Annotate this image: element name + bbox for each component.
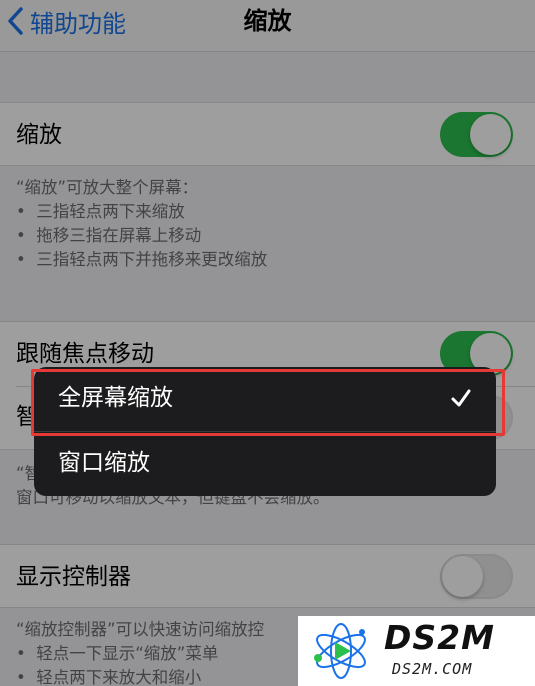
menu-item-window-zoom[interactable]: 窗口缩放: [34, 432, 496, 496]
atom-logo-icon: [314, 623, 366, 679]
watermark-brand: DS2M: [384, 618, 495, 657]
menu-item-full-screen-zoom[interactable]: 全屏幕缩放: [34, 367, 496, 431]
watermark-domain: DS2M.COM: [392, 660, 473, 678]
menu-item-label: 窗口缩放: [58, 450, 150, 476]
checkmark-icon: [451, 389, 471, 407]
watermark: DS2M DS2M.COM: [298, 616, 535, 686]
zoom-region-menu: 全屏幕缩放 窗口缩放: [34, 367, 496, 496]
menu-item-label: 全屏幕缩放: [58, 385, 173, 411]
modal-dim-overlay[interactable]: [0, 0, 535, 686]
